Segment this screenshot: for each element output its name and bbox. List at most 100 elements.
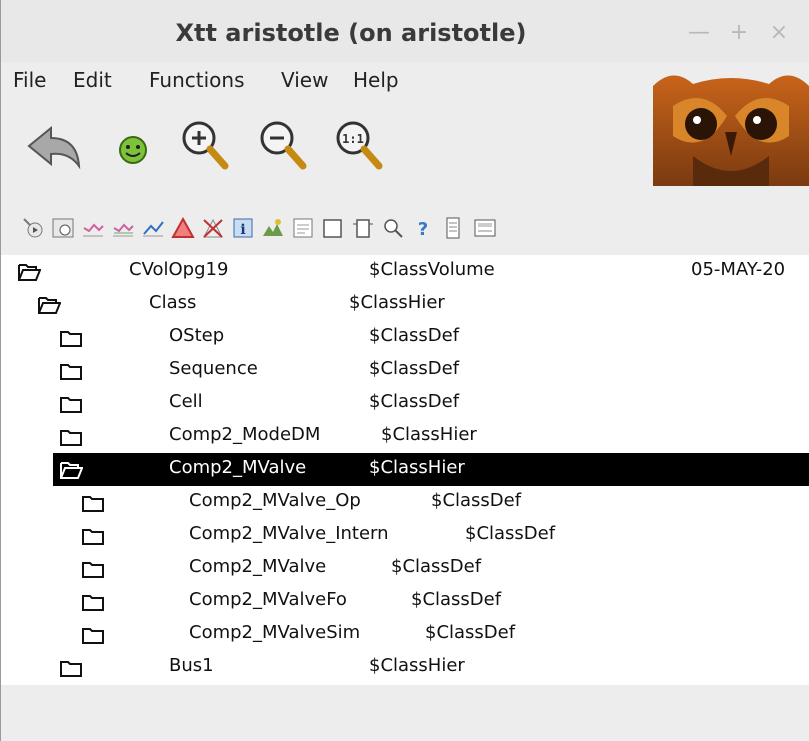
alarm-icon (171, 216, 195, 238)
object-class: $ClassDef (369, 391, 460, 412)
info-button[interactable]: i (231, 216, 255, 240)
object-class: $ClassDef (369, 325, 460, 346)
object-name: Class (149, 292, 197, 313)
back-button[interactable] (21, 108, 85, 188)
zoom-out-icon (260, 121, 307, 170)
svg-text:1:1: 1:1 (342, 132, 364, 146)
tree-row[interactable]: OStep $ClassDef (1, 321, 809, 354)
menu-help[interactable]: Help (353, 68, 399, 92)
folder-closed-icon[interactable] (81, 493, 105, 518)
folder-open-icon[interactable] (17, 262, 42, 287)
open-graph-button[interactable] (51, 216, 75, 240)
folder-closed-icon[interactable] (81, 592, 105, 617)
owl-logo-icon (653, 66, 809, 186)
tree-row[interactable]: Comp2_ModeDM $ClassHier (1, 420, 809, 453)
history-button[interactable] (141, 216, 165, 240)
object-class: $ClassHier (349, 292, 445, 313)
tree-row-selected[interactable]: Comp2_MValve $ClassHier (53, 453, 809, 486)
tree-row[interactable]: Comp2_MValve_Intern $ClassDef (1, 519, 809, 552)
open-plc-icon (293, 218, 313, 238)
smiley-button[interactable] (101, 108, 165, 188)
folder-closed-icon[interactable] (59, 658, 83, 683)
zoom-reset-button[interactable]: 1:1 (327, 108, 391, 188)
zoom-object-button[interactable] (381, 216, 405, 240)
block-events-button[interactable] (201, 216, 225, 240)
folder-closed-icon[interactable] (59, 427, 83, 452)
folder-closed-icon[interactable] (81, 559, 105, 584)
object-date: 05-MAY-20 (691, 259, 786, 280)
tree-row[interactable]: Comp2_MValveSim $ClassDef (1, 618, 809, 651)
fast-curve-icon (113, 223, 134, 237)
object-name: Comp2_MValve (189, 556, 327, 577)
object-class: $ClassVolume (369, 259, 495, 280)
folder-closed-icon[interactable] (81, 625, 105, 650)
zoom-in-button[interactable] (173, 108, 237, 188)
menu-view[interactable]: View (281, 68, 328, 92)
status-bar (1, 685, 809, 741)
object-class: $ClassHier (369, 655, 465, 676)
alarm-button[interactable] (171, 216, 195, 240)
maximize-button[interactable]: + (727, 22, 751, 44)
object-tree: CVolOpg19 $ClassVolume 05-MAY-20 Class $Clas… (1, 255, 809, 685)
folder-closed-icon[interactable] (59, 394, 83, 419)
crossreferences-button[interactable] (261, 216, 285, 240)
menu-functions[interactable]: Functions (149, 68, 245, 92)
object-class: $ClassDef (391, 556, 482, 577)
tree-row[interactable]: CVolOpg19 $ClassVolume 05-MAY-20 (1, 255, 809, 288)
object-name: Bus1 (169, 655, 214, 676)
tree-row[interactable]: Class $ClassHier (1, 288, 809, 321)
notes-button[interactable] (441, 216, 465, 240)
zoom-in-icon (182, 121, 229, 170)
object-name: Comp2_MValve (169, 457, 307, 478)
fast-curve-button[interactable] (111, 216, 135, 240)
object-name: Sequence (169, 358, 258, 379)
object-class: $ClassDef (425, 622, 516, 643)
zoom-object-icon (384, 219, 403, 238)
object-class: $ClassDef (465, 523, 556, 544)
tree-row[interactable]: Comp2_MValveFo $ClassDef (1, 585, 809, 618)
object-name: CVolOpg19 (129, 259, 229, 280)
object-name: Comp2_ModeDM (169, 424, 321, 445)
trend-button[interactable] (81, 216, 105, 240)
notes-icon (446, 217, 460, 239)
window-title: Xtt aristotle (on aristotle) (175, 19, 527, 47)
object-name: OStep (169, 325, 225, 346)
menu-file[interactable]: File (13, 68, 46, 92)
class-graph-icon (474, 219, 496, 237)
folder-closed-icon[interactable] (59, 361, 83, 386)
tree-row[interactable]: Sequence $ClassDef (1, 354, 809, 387)
smiley-icon (119, 136, 147, 164)
open-object-icon (23, 218, 43, 238)
object-name: Comp2_MValveSim (189, 622, 361, 643)
tree-row[interactable]: Cell $ClassDef (1, 387, 809, 420)
minimize-button[interactable]: — (687, 22, 711, 44)
tree-row[interactable]: Bus1 $ClassHier (1, 651, 809, 684)
object-class: $ClassHier (381, 424, 477, 445)
open-graph-icon (52, 218, 74, 238)
object-class: $ClassDef (431, 490, 522, 511)
menu-edit[interactable]: Edit (73, 68, 112, 92)
tree-row[interactable]: Comp2_MValve_Op $ClassDef (1, 486, 809, 519)
open-object-button[interactable] (21, 216, 45, 240)
open-plc-button[interactable] (291, 216, 315, 240)
folder-closed-icon[interactable] (59, 328, 83, 353)
function-toolbar: i ? (1, 202, 809, 252)
collapse-button[interactable] (321, 216, 345, 240)
zoom-reset-icon: 1:1 (336, 121, 383, 170)
crossreferences-icon (263, 219, 283, 236)
title-bar[interactable]: Xtt aristotle (on aristotle) — + × (1, 0, 809, 62)
folder-open-icon[interactable] (59, 460, 84, 485)
object-name: Cell (169, 391, 203, 412)
folder-open-icon[interactable] (37, 295, 62, 320)
object-name: Comp2_MValveFo (189, 589, 347, 610)
expand-button[interactable] (351, 216, 375, 240)
help-icon: ? (418, 219, 428, 240)
xtt-window: Xtt aristotle (on aristotle) — + × File … (0, 0, 809, 741)
tree-row[interactable]: Comp2_MValve $ClassDef (1, 552, 809, 585)
folder-closed-icon[interactable] (81, 526, 105, 551)
help-button[interactable]: ? (411, 216, 435, 240)
trend-icon (83, 223, 104, 237)
zoom-out-button[interactable] (251, 108, 315, 188)
class-graph-button[interactable] (473, 216, 497, 240)
close-button[interactable]: × (767, 22, 791, 44)
